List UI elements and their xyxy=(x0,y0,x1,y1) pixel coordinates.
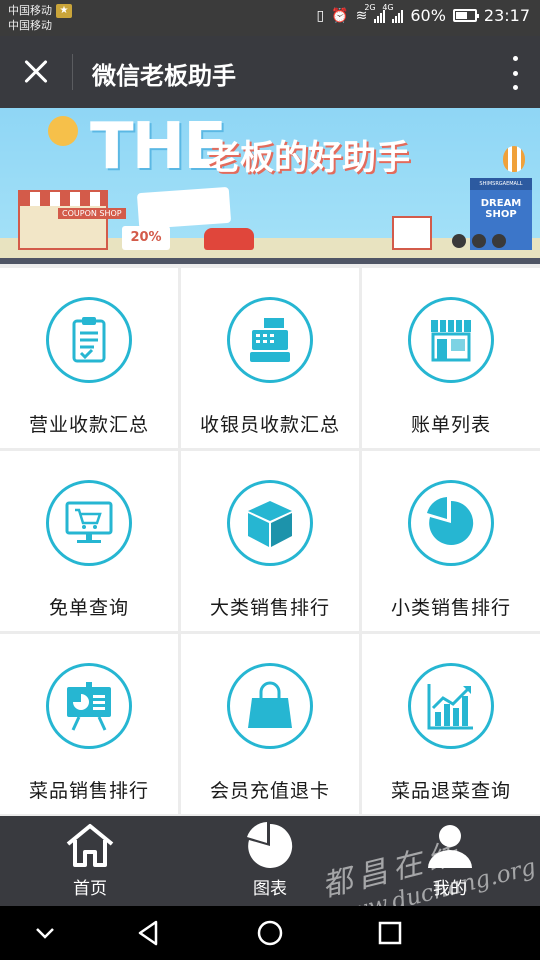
dream-shop-top: SHIMSRGAEMALL xyxy=(470,178,532,190)
grid-item-label: 收银员收款汇总 xyxy=(199,414,340,436)
shopping-bag-icon xyxy=(248,681,292,728)
grid-item-bill-list[interactable]: 账单列表 xyxy=(362,268,540,448)
icon-circle xyxy=(227,480,313,566)
carousel-indicator xyxy=(452,234,506,248)
icon-circle xyxy=(227,663,313,749)
battery-percent: 60% xyxy=(410,6,446,25)
balloon-illustration xyxy=(503,146,525,172)
clipboard-icon xyxy=(72,317,106,363)
pie-chart-icon xyxy=(427,497,474,545)
grid-item-label: 账单列表 xyxy=(410,414,491,436)
icon-circle xyxy=(408,297,494,383)
battery-icon xyxy=(452,9,479,22)
grid-item-dish-ranking[interactable]: 菜品销售排行 xyxy=(0,634,178,814)
carousel-dot[interactable] xyxy=(452,234,466,248)
box-icon xyxy=(248,501,292,547)
more-menu-icon[interactable] xyxy=(510,56,520,90)
vibrate-icon: ▯ xyxy=(316,7,325,24)
signal-icon: 4G xyxy=(382,3,404,23)
recent-apps-icon[interactable] xyxy=(373,916,407,950)
icon-circle xyxy=(408,480,494,566)
grid-item-cashier-summary[interactable]: 收银员收款汇总 xyxy=(181,268,359,448)
grid-item-category-ranking[interactable]: 大类销售排行 xyxy=(181,451,359,631)
grid-item-member-recharge[interactable]: 会员充值退卡 xyxy=(181,634,359,814)
banner-headline-en: THE xyxy=(90,110,227,184)
grid-item-label: 免单查询 xyxy=(48,597,129,619)
banner-headline-cn: 老板的好助手 xyxy=(206,138,410,178)
grid-item-subcategory-ranking[interactable]: 小类销售排行 xyxy=(362,451,540,631)
road-illustration xyxy=(0,258,540,264)
grid-item-label: 会员充值退卡 xyxy=(209,780,330,802)
icon-circle xyxy=(408,663,494,749)
star-badge-icon: ★ xyxy=(56,3,72,18)
app-bar: 微信老板助手 xyxy=(0,36,540,108)
tab-home-label: 首页 xyxy=(73,879,107,899)
carousel-dot[interactable] xyxy=(492,234,506,248)
page-title: 微信老板助手 xyxy=(92,62,236,90)
carousel-dot[interactable] xyxy=(472,234,486,248)
grid-item-label: 菜品退菜查询 xyxy=(390,780,511,802)
close-icon[interactable] xyxy=(18,54,54,90)
icon-circle xyxy=(46,480,132,566)
grid-item-label: 小类销售排行 xyxy=(390,597,511,619)
network-type-2: 4G xyxy=(382,2,394,12)
grid-item-dish-return-query[interactable]: 菜品退菜查询 xyxy=(362,634,540,814)
discount-sign: 20% xyxy=(122,226,170,250)
carrier-2: 中国移动 xyxy=(8,19,52,32)
presentation-board-icon xyxy=(67,682,111,731)
home-circle-icon[interactable] xyxy=(253,916,287,950)
home-icon xyxy=(66,824,114,867)
line-chart-icon xyxy=(427,684,473,730)
cash-register-icon xyxy=(250,318,290,362)
dream-shop-line-2: SHOP xyxy=(485,209,517,220)
network-type-1: 2G xyxy=(364,2,376,12)
grid-item-label: 营业收款汇总 xyxy=(28,414,149,436)
system-nav-bar xyxy=(0,906,540,960)
pie-chart-icon xyxy=(247,822,293,868)
back-triangle-icon[interactable] xyxy=(132,916,166,950)
chevron-down-icon[interactable] xyxy=(28,916,62,950)
grid-item-label: 大类销售排行 xyxy=(209,597,330,619)
grid-item-label: 菜品销售排行 xyxy=(28,780,149,802)
storefront-icon xyxy=(431,320,471,362)
icon-circle xyxy=(46,663,132,749)
carrier-info: 中国移动 ★ 中国移动 xyxy=(8,3,72,33)
carrier-1: 中国移动 xyxy=(8,4,52,17)
gift-illustration xyxy=(392,216,432,250)
clock: 23:17 xyxy=(483,6,530,25)
coupon-shop-sign: COUPON SHOP xyxy=(58,208,126,219)
grid-item-free-order-query[interactable]: 免单查询 xyxy=(0,451,178,631)
status-indicators: ▯ ⏰ ≋ 2G 4G 60% 23:17 xyxy=(316,2,530,26)
note-card-illustration xyxy=(136,186,232,230)
feature-grid: 营业收款汇总 收银员收款汇总 账单列表 免单查询 大类销售排行 小类销售排行 菜… xyxy=(0,268,540,814)
alarm-icon: ⏰ xyxy=(331,7,349,24)
tab-home[interactable]: 首页 xyxy=(0,816,180,906)
monitor-cart-icon xyxy=(65,501,113,543)
divider xyxy=(72,54,73,90)
grid-item-revenue-summary[interactable]: 营业收款汇总 xyxy=(0,268,178,448)
dream-shop-line-1: DREAM xyxy=(480,198,522,209)
sun-illustration xyxy=(48,116,78,146)
shop-illustration xyxy=(18,190,108,250)
car-illustration xyxy=(204,228,254,250)
icon-circle xyxy=(46,297,132,383)
status-bar: 中国移动 ★ 中国移动 ▯ ⏰ ≋ 2G 4G 60% 23:17 xyxy=(0,0,540,36)
icon-circle xyxy=(227,297,313,383)
